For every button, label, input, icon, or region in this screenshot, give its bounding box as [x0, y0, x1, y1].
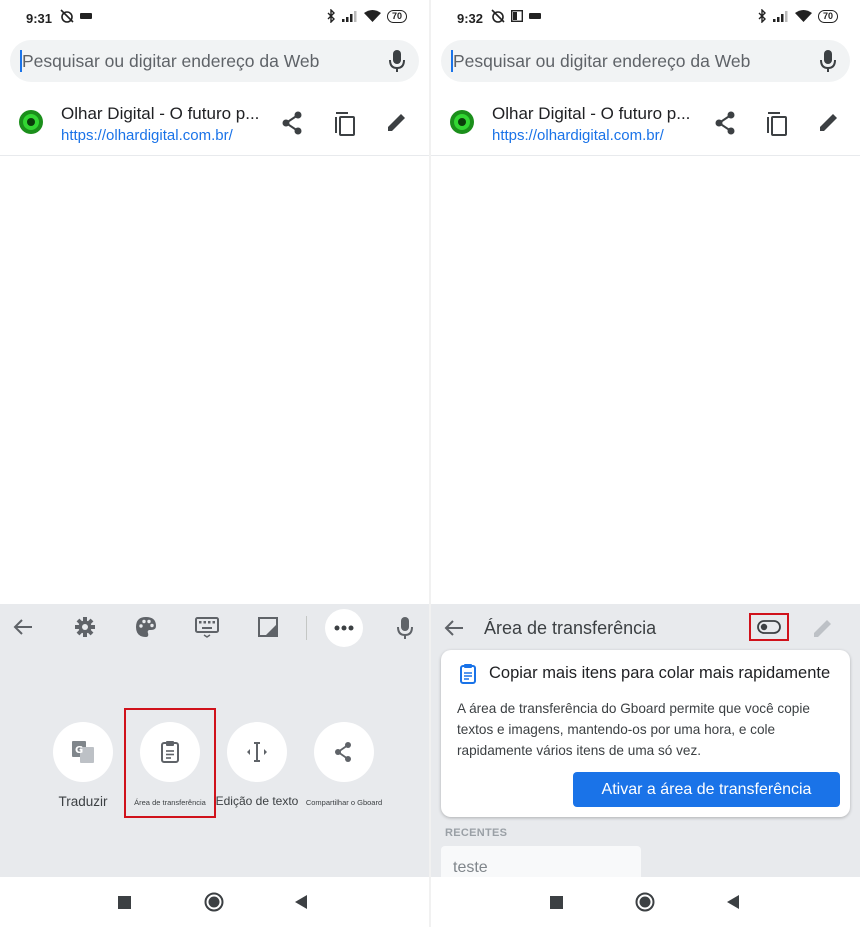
resize-icon[interactable] [257, 616, 279, 638]
suggestion-row[interactable]: Olhar Digital - O futuro p... https://ol… [431, 97, 860, 156]
text-editing-label: Edição de texto [215, 794, 299, 808]
share-icon[interactable] [714, 111, 736, 135]
site-favicon-icon [19, 110, 43, 134]
suggestion-title: Olhar Digital - O futuro p... [492, 104, 691, 123]
clipboard-promo-card: Copiar mais itens para colar mais rapida… [441, 650, 850, 817]
mic-icon[interactable] [820, 49, 836, 73]
recents-square-icon[interactable] [550, 896, 563, 909]
translate-button[interactable]: G [53, 722, 113, 782]
suggestion-row[interactable]: Olhar Digital - O futuro p... https://ol… [0, 97, 429, 156]
notification-icon [529, 13, 541, 19]
text-cursor-icon [247, 742, 267, 762]
battery-indicator: 70 [386, 9, 407, 23]
clipboard-panel: Área de transferência Copiar mais itens … [431, 604, 860, 886]
clipboard-icon [460, 664, 476, 684]
copy-icon[interactable] [766, 111, 788, 137]
back-triangle-icon[interactable] [295, 895, 307, 909]
mic-icon[interactable] [389, 49, 405, 73]
gear-icon[interactable] [74, 616, 96, 638]
clipboard-item-text: teste [453, 859, 488, 876]
translate-label: Traduzir [58, 794, 108, 809]
site-favicon-icon [450, 110, 474, 134]
bluetooth-icon [758, 9, 766, 23]
suggestion-url[interactable]: https://olhardigital.com.br/ [61, 127, 233, 144]
more-button[interactable] [325, 609, 363, 647]
status-time: 9:31 [26, 11, 53, 26]
status-bar: 9:32 70 [431, 0, 860, 36]
bluetooth-icon [327, 9, 335, 23]
search-placeholder: Pesquisar ou digitar endereço da Web [22, 51, 320, 71]
text-editing-button[interactable] [227, 722, 287, 782]
copy-icon[interactable] [334, 111, 356, 137]
navigation-bar [431, 877, 860, 927]
palette-icon[interactable] [135, 616, 157, 638]
search-bar[interactable]: Pesquisar ou digitar endereço da Web [441, 40, 850, 82]
back-arrow-icon[interactable] [12, 616, 34, 638]
share-icon [335, 742, 351, 762]
keyboard-panel: G Traduzir Área de transferência Edição … [0, 604, 429, 877]
clipboard-title: Área de transferência [484, 618, 657, 638]
edit-pencil-icon[interactable] [812, 617, 834, 639]
wifi-icon [794, 9, 812, 22]
suggestion-title: Olhar Digital - O futuro p... [61, 104, 260, 123]
battery-indicator: 70 [817, 9, 838, 23]
suggestion-url[interactable]: https://olhardigital.com.br/ [492, 127, 664, 144]
right-screen: 9:32 70 Pesquisar ou digitar endereço da… [431, 0, 860, 927]
recents-square-icon[interactable] [118, 896, 131, 909]
signal-icon [772, 11, 788, 22]
share-gboard-label: Compartilhar o Gboard [305, 798, 383, 807]
status-time: 9:32 [457, 11, 484, 26]
highlight-box [749, 613, 789, 641]
left-screen: 9:31 70 Pesquisar ou digitar endereço da… [0, 0, 429, 927]
search-bar[interactable]: Pesquisar ou digitar endereço da Web [10, 40, 419, 82]
highlight-box [124, 708, 216, 818]
status-bar: 9:31 70 [0, 0, 429, 36]
svg-text:G: G [75, 745, 83, 756]
edit-pencil-icon[interactable] [818, 111, 840, 133]
card-title: Copiar mais itens para colar mais rapida… [489, 664, 831, 682]
keyboard-icon[interactable] [195, 616, 219, 638]
home-circle-icon[interactable] [204, 892, 224, 912]
signal-icon [341, 11, 357, 22]
share-gboard-button[interactable] [314, 722, 374, 782]
recent-header: RECENTES [445, 827, 508, 839]
back-triangle-icon[interactable] [727, 895, 739, 909]
share-icon[interactable] [281, 111, 303, 135]
clipboard-header: Área de transferência [431, 604, 860, 652]
translate-icon: G [72, 741, 94, 763]
window-icon [511, 10, 523, 22]
wifi-icon [363, 9, 381, 22]
edit-pencil-icon[interactable] [386, 111, 408, 133]
home-circle-icon[interactable] [635, 892, 655, 912]
notification-icon [80, 13, 92, 19]
card-body: A área de transferência do Gboard permit… [457, 701, 810, 758]
toolbar-divider [306, 616, 307, 640]
navigation-bar [0, 877, 429, 927]
alarm-off-icon [491, 9, 505, 23]
mic-icon[interactable] [397, 616, 413, 640]
more-dots-icon [334, 625, 354, 631]
enable-clipboard-button[interactable]: Ativar a área de transferência [573, 772, 840, 807]
back-arrow-icon[interactable] [443, 617, 465, 639]
keyboard-toolbar [0, 604, 429, 652]
search-placeholder: Pesquisar ou digitar endereço da Web [453, 51, 751, 71]
alarm-off-icon [60, 9, 74, 23]
